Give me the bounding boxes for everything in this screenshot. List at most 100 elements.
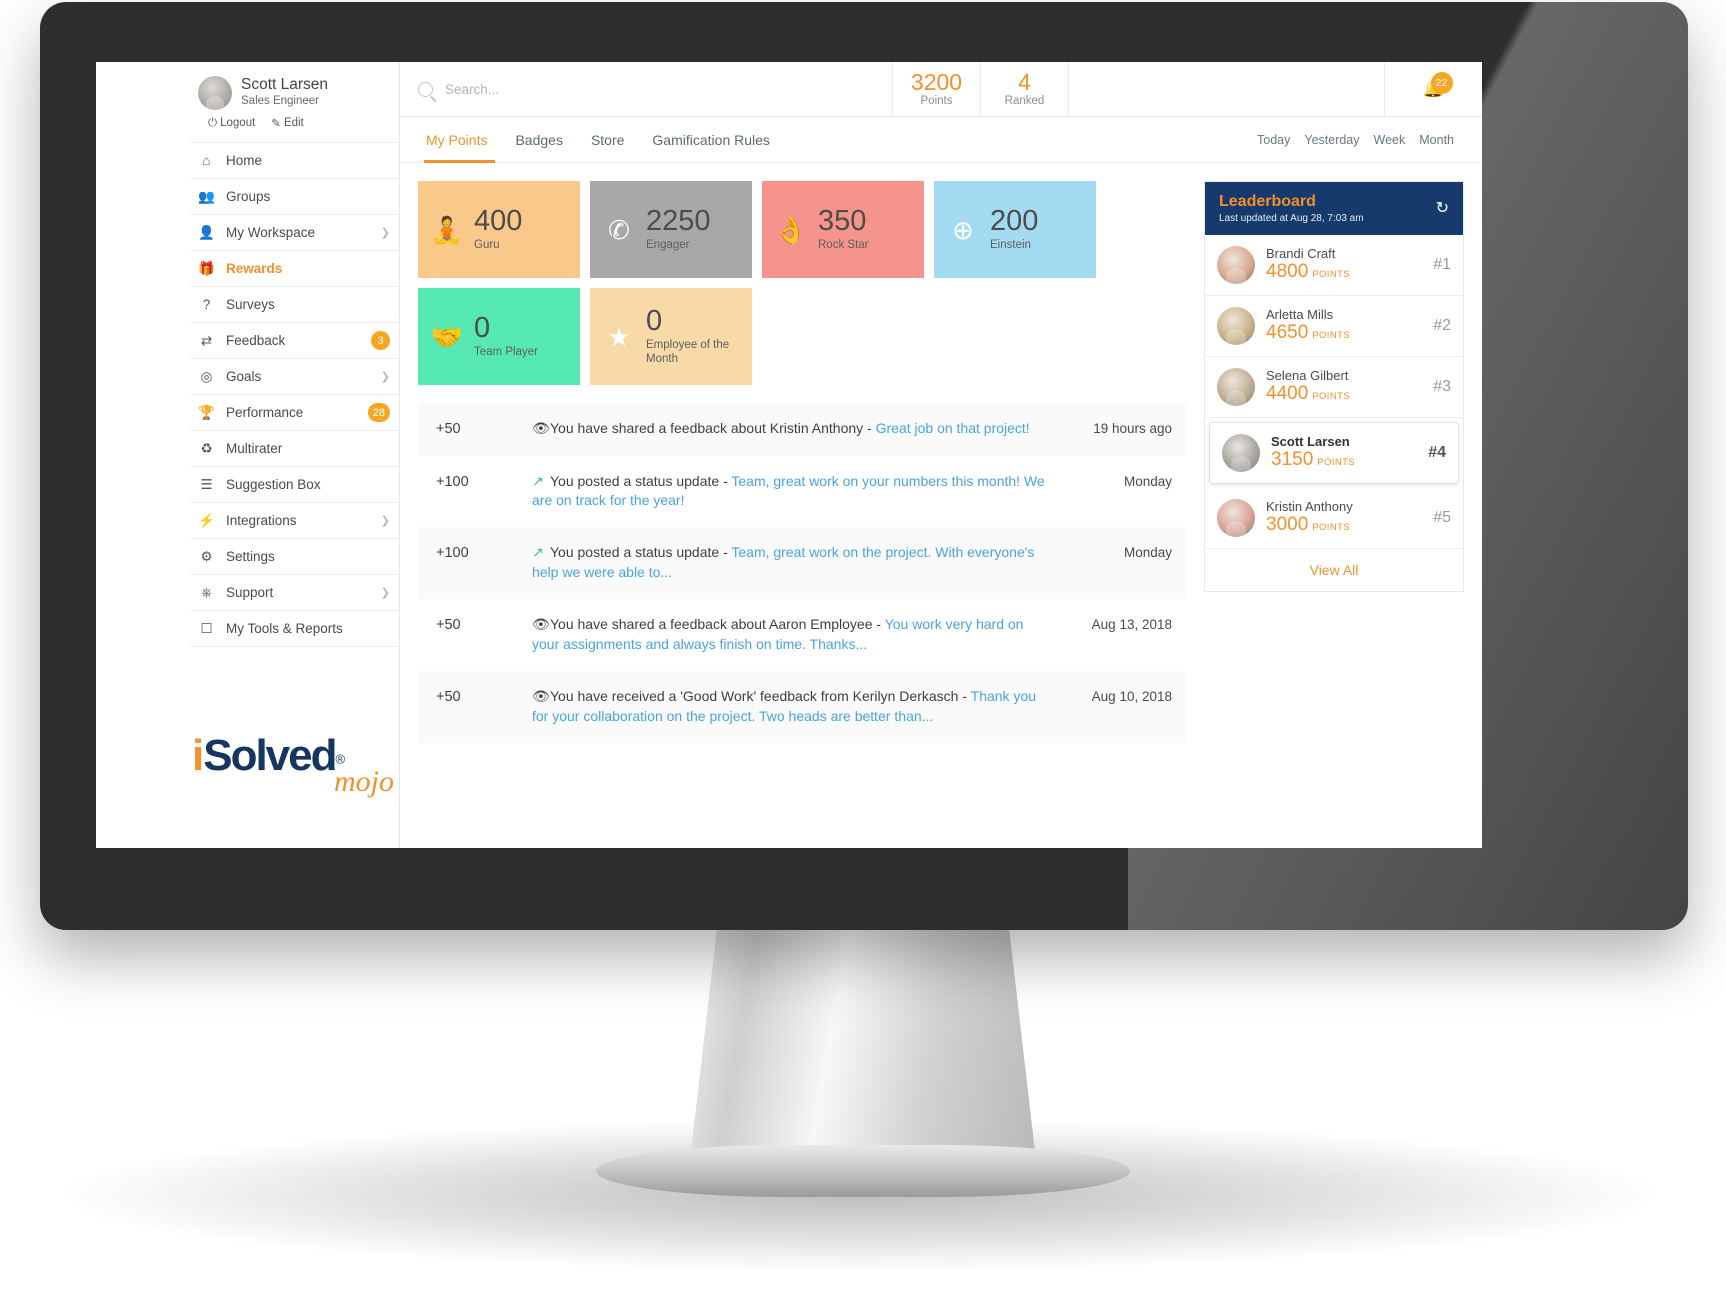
feed-item-time: Monday bbox=[1123, 473, 1172, 489]
search-placeholder: Search... bbox=[445, 81, 500, 97]
feed-item-time: 19 hours ago bbox=[1093, 421, 1172, 436]
sidebar-item-settings[interactable]: ⚙ Settings bbox=[190, 539, 400, 575]
sidebar-item-suggestion-box[interactable]: ☰ Suggestion Box bbox=[190, 467, 400, 503]
tab-store[interactable]: Store bbox=[577, 117, 638, 163]
handshake-icon: 🤝 bbox=[430, 321, 464, 352]
badge-tile-rock-star[interactable]: 👌 350 Rock Star bbox=[762, 181, 924, 278]
sidebar-item-surveys[interactable]: ? Surveys bbox=[190, 287, 400, 323]
search-icon bbox=[418, 81, 433, 97]
refresh-icon[interactable]: ↻ bbox=[1436, 198, 1449, 218]
feed-item-body: 👁You have shared a feedback about Kristi… bbox=[532, 419, 1062, 439]
leaderboard-row-points: 4400 bbox=[1266, 382, 1309, 404]
leaderboard-row[interactable]: Brandi Craft 4800 POINTS #1 bbox=[1205, 235, 1463, 296]
leaderboard-row-rank: #3 bbox=[1433, 377, 1451, 395]
badge-tile-label: Team Player bbox=[474, 345, 538, 358]
ranked-value: 4 bbox=[1018, 69, 1031, 95]
leaderboard-subtitle: Last updated at Aug 28, 7:03 am bbox=[1219, 212, 1364, 224]
leaderboard-row-rank: #5 bbox=[1433, 508, 1451, 526]
feed-item-body: ↗ You posted a status update - Team, grea… bbox=[532, 543, 1062, 583]
badge-tile-team-player[interactable]: 🤝 0 Team Player bbox=[418, 288, 580, 385]
sidebar-item-label: Settings bbox=[226, 549, 275, 564]
badge-tile-value: 0 bbox=[646, 305, 663, 338]
sidebar-item-feedback[interactable]: ⇄ Feedback 3 bbox=[190, 323, 400, 359]
sidebar-item-badge: 28 bbox=[367, 403, 390, 422]
avatar[interactable] bbox=[198, 76, 232, 110]
leaderboard-row[interactable]: Scott Larsen 3150 POINTS #4 bbox=[1209, 421, 1459, 484]
search-field[interactable]: Search... bbox=[400, 62, 892, 116]
star-seal-icon: ★ bbox=[607, 321, 631, 352]
badge-tile-einstein[interactable]: ⊕ 200 Einstein bbox=[934, 181, 1096, 278]
tab-my-points[interactable]: My Points bbox=[418, 117, 501, 163]
filter-week[interactable]: Week bbox=[1374, 133, 1406, 147]
profile-name: Scott Larsen bbox=[241, 76, 329, 93]
main-content: My Points Badges Store Gamification Rules T… bbox=[400, 117, 1482, 848]
sidebar-item-my-tools-reports[interactable]: ☐ My Tools & Reports bbox=[190, 611, 400, 647]
sidebar-item-label: Goals bbox=[226, 369, 262, 384]
leaderboard-row[interactable]: Selena Gilbert 4400 POINTS #3 bbox=[1205, 357, 1463, 418]
feed-item[interactable]: +100 ↗ You posted a status update - Team, … bbox=[418, 527, 1186, 600]
leaderboard-row[interactable]: Arletta Mills 4650 POINTS #2 bbox=[1205, 296, 1463, 357]
badge-tile-engager[interactable]: ✆ 2250 Engager bbox=[590, 181, 752, 278]
leaderboard-row-rank: #1 bbox=[1433, 255, 1451, 273]
sidebar-nav: ⌂ Home 👥 Groups 👤 My Workspace ❯ 🎁 Rewards? Surve… bbox=[190, 142, 400, 647]
leaderboard-row-rank: #4 bbox=[1428, 443, 1446, 461]
feed-item-points: +100 bbox=[436, 473, 469, 490]
feed-item[interactable]: +50 👁You have received a 'Good Work' feed… bbox=[418, 670, 1186, 743]
badge-tile-value: 400 bbox=[474, 205, 523, 238]
view-all-button[interactable]: View All bbox=[1205, 549, 1463, 591]
leaderboard-row-points: 3150 bbox=[1271, 448, 1314, 470]
leaderboard-row-info: Kristin Anthony 3000 POINTS bbox=[1266, 499, 1422, 537]
sidebar-item-label: Feedback bbox=[226, 333, 286, 348]
meditation-icon: 🧘 bbox=[430, 214, 464, 245]
feed-item[interactable]: +100 ↗ You posted a status update - Team, … bbox=[418, 456, 1186, 528]
filter-month[interactable]: Month bbox=[1419, 133, 1454, 147]
ranked-label: Ranked bbox=[1004, 95, 1045, 107]
feed-item-text: You have received a 'Good Work' feedback… bbox=[550, 687, 971, 704]
tab-gamification-rules[interactable]: Gamification Rules bbox=[638, 117, 784, 163]
filter-yesterday[interactable]: Yesterday bbox=[1304, 133, 1359, 147]
sidebar-item-home[interactable]: ⌂ Home bbox=[190, 143, 400, 179]
eye-icon: 👁 bbox=[532, 616, 550, 633]
notifications-button[interactable]: 🔔 22 bbox=[1384, 62, 1482, 116]
sidebar-item-goals[interactable]: ◎ Goals ❯ bbox=[190, 359, 400, 395]
feed-item[interactable]: +50 👁You have shared a feedback about Aar… bbox=[418, 599, 1186, 671]
feed-item-text: You posted a status update - bbox=[550, 472, 732, 489]
leaderboard-row[interactable]: Kristin Anthony 3000 POINTS #5 bbox=[1205, 488, 1463, 549]
stat-ranked: 4 Ranked bbox=[980, 62, 1068, 116]
logout-button[interactable]: ⏻ Logout bbox=[208, 116, 255, 130]
stat-points: 3200 Points bbox=[892, 62, 980, 116]
points-column: 🧘 400 Guru ✆ 2250 Engager 👌 350 Rock Star ⊕ 200 Ein… bbox=[418, 181, 1186, 743]
leaderboard-panel: Leaderboard Last updated at Aug 28, 7:03… bbox=[1204, 181, 1464, 592]
badge-tile-employee-of-the-month[interactable]: ★ 0 Employee of the Month bbox=[590, 288, 752, 385]
leaderboard-row-points: 4650 bbox=[1266, 321, 1309, 343]
leaderboard-points-unit: POINTS bbox=[1312, 390, 1351, 402]
chevron-right-icon: ❯ bbox=[380, 227, 390, 239]
tab-badges[interactable]: Badges bbox=[501, 117, 576, 163]
feed-item-link[interactable]: Great job on that project! bbox=[876, 420, 1030, 436]
filter-today[interactable]: Today bbox=[1257, 133, 1290, 147]
sidebar-item-label: Performance bbox=[226, 405, 304, 420]
sidebar-item-integrations[interactable]: ⚡ Integrations ❯ bbox=[190, 503, 400, 539]
feed-item-text: You posted a status update - bbox=[550, 544, 732, 561]
sidebar-item-support[interactable]: ⎈ Support ❯ bbox=[190, 575, 400, 611]
sidebar: Scott Larsen Sales Engineer ⏻ Logout ✎ E… bbox=[96, 62, 400, 848]
sidebar-item-performance[interactable]: 🏆 Performance 28 bbox=[190, 395, 400, 431]
sidebar-item-groups[interactable]: 👥 Groups bbox=[190, 179, 400, 215]
leaderboard-row-info: Selena Gilbert 4400 POINTS bbox=[1266, 368, 1422, 406]
sidebar-item-multirater[interactable]: ♻ Multirater bbox=[190, 431, 400, 467]
badge-tile-label: Engager bbox=[646, 238, 690, 251]
sidebar-item-my-workspace[interactable]: 👤 My Workspace ❯ bbox=[190, 215, 400, 251]
leaderboard-row-name: Brandi Craft bbox=[1266, 245, 1336, 261]
sidebar-item-rewards[interactable]: 🎁 Rewards bbox=[190, 251, 400, 287]
tabbar: My Points Badges Store Gamification Rules T… bbox=[400, 117, 1482, 163]
monitor-neck bbox=[690, 922, 1036, 1160]
edit-profile-button[interactable]: ✎ Edit bbox=[271, 116, 303, 130]
date-filters: Today Yesterday Week Month bbox=[1257, 133, 1464, 147]
leaderboard-column: Leaderboard Last updated at Aug 28, 7:03… bbox=[1204, 181, 1464, 743]
monitor-base bbox=[596, 1145, 1130, 1197]
isolved-mojo-logo: iSolved® mojo bbox=[190, 731, 400, 799]
sidebar-item-label: My Workspace bbox=[226, 225, 316, 240]
badge-tile-guru[interactable]: 🧘 400 Guru bbox=[418, 181, 580, 278]
eye-icon: 👁 bbox=[532, 687, 550, 704]
feed-item[interactable]: +50 👁You have shared a feedback about Kri… bbox=[418, 403, 1186, 456]
